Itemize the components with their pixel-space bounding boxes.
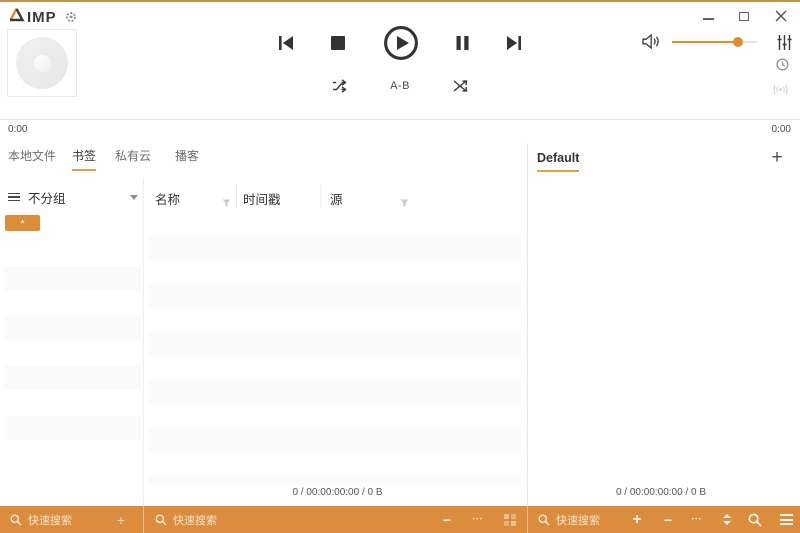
search-icon	[538, 514, 550, 525]
window-accent-border	[0, 0, 800, 2]
playlist-tab-default[interactable]: Default	[537, 151, 580, 172]
cd-hole	[33, 54, 51, 72]
clock-icon[interactable]	[776, 58, 789, 76]
maximize-button[interactable]	[736, 8, 752, 24]
repeat-icon[interactable]	[332, 79, 347, 93]
playback-mode-controls: A-B	[332, 78, 468, 94]
search-icon	[10, 514, 22, 525]
album-art	[7, 29, 77, 97]
aimp-window: IMP A-B 0:00 0:00 本地文件 书签 私有云 播客 不分组 * 名…	[0, 0, 800, 533]
total-time[interactable]: 0:00	[772, 124, 791, 135]
tab-podcasts[interactable]: 播客	[175, 147, 199, 171]
volume-slider[interactable]	[672, 37, 757, 47]
radio-broadcast-icon[interactable]	[772, 82, 789, 100]
placeholder-row	[148, 476, 521, 484]
search-placeholder: 快速搜索	[28, 514, 72, 527]
playlist-remove-button[interactable]: −	[658, 506, 678, 533]
app-logo[interactable]: IMP	[8, 7, 57, 27]
grouping-dropdown[interactable]: 不分组	[8, 186, 138, 208]
filter-icon[interactable]	[400, 194, 409, 212]
library-tabs: 本地文件 书签 私有云 播客	[8, 147, 199, 171]
view-grid-button[interactable]	[501, 506, 519, 533]
column-header-source[interactable]: 源	[330, 189, 343, 208]
volume-knob[interactable]	[733, 37, 744, 47]
group-add-button[interactable]: +	[110, 506, 132, 533]
placeholder-row	[4, 266, 141, 290]
bottom-bar-divider	[527, 506, 528, 533]
column-divider	[236, 183, 237, 209]
search-placeholder: 快速搜索	[556, 514, 600, 527]
speaker-icon[interactable]	[642, 33, 661, 54]
grid-icon	[504, 513, 516, 526]
library-search-field[interactable]: 快速搜索	[155, 506, 217, 533]
tab-private-cloud[interactable]: 私有云	[115, 147, 151, 171]
pause-button[interactable]	[456, 36, 469, 50]
table-row-list	[148, 236, 521, 484]
volume-fill	[672, 41, 739, 43]
previous-button[interactable]	[278, 36, 294, 50]
tab-bookmarks[interactable]: 书签	[72, 147, 97, 171]
playlist-menu-button[interactable]	[777, 506, 795, 533]
playlist-search-field[interactable]: 快速搜索	[538, 506, 600, 533]
stop-button[interactable]	[331, 36, 346, 50]
placeholder-row	[148, 284, 521, 308]
grouping-label: 不分组	[28, 191, 66, 206]
grouping-menu-icon	[8, 192, 20, 202]
bottom-bar: 快速搜索 + 快速搜索 − ••• 快速搜索 + − •••	[0, 506, 800, 533]
tab-local-files[interactable]: 本地文件	[8, 147, 56, 171]
bottom-bar-divider	[143, 506, 144, 533]
column-header-name[interactable]: 名称	[155, 189, 180, 208]
add-playlist-button[interactable]: +	[768, 146, 786, 170]
elapsed-time[interactable]: 0:00	[8, 124, 27, 135]
group-search-field[interactable]: 快速搜索	[10, 506, 72, 533]
library-remove-button[interactable]: −	[437, 506, 457, 533]
cd-disc-icon	[16, 37, 68, 89]
close-button[interactable]	[773, 8, 789, 24]
equalizer-icon[interactable]	[777, 35, 792, 55]
column-divider	[320, 183, 321, 209]
aimp-triangle-icon	[8, 7, 25, 27]
library-playlist-divider	[527, 143, 528, 506]
chevron-down-icon	[130, 194, 138, 200]
shuffle-icon[interactable]	[453, 79, 468, 93]
playlist-more-button[interactable]: •••	[687, 506, 707, 533]
group-star-button[interactable]: *	[5, 215, 40, 231]
placeholder-row	[148, 236, 521, 260]
minimize-icon	[702, 18, 714, 20]
hamburger-menu-icon	[779, 514, 793, 525]
placeholder-row	[4, 416, 141, 440]
playlist-find-button[interactable]	[746, 506, 764, 533]
seek-bar[interactable]	[0, 119, 800, 120]
search-icon	[155, 514, 167, 525]
sort-icon	[723, 514, 731, 525]
placeholder-row	[148, 428, 521, 452]
minimize-button[interactable]	[700, 8, 716, 24]
group-row-list	[4, 266, 141, 466]
library-status: 0 / 00:00:00:00 / 0 B	[292, 487, 383, 498]
placeholder-row	[148, 332, 521, 356]
column-header-timestamp[interactable]: 时间戳	[243, 189, 281, 208]
close-icon	[775, 10, 787, 22]
playlist-status: 0 / 00:00:00:00 / 0 B	[615, 487, 707, 498]
group-table-divider	[143, 178, 144, 505]
sort-button[interactable]	[718, 506, 736, 533]
transport-controls	[278, 24, 522, 62]
next-button[interactable]	[506, 36, 522, 50]
ab-repeat-button[interactable]: A-B	[390, 80, 410, 92]
placeholder-row	[4, 366, 141, 390]
placeholder-row	[4, 316, 141, 340]
search-placeholder: 快速搜索	[173, 514, 217, 527]
library-more-button[interactable]: •••	[468, 506, 488, 533]
maximize-icon	[739, 11, 749, 21]
filter-icon[interactable]	[222, 194, 231, 212]
play-button[interactable]	[383, 25, 419, 61]
app-logo-text: IMP	[27, 8, 57, 26]
placeholder-row	[148, 380, 521, 404]
search-icon	[748, 513, 762, 527]
gear-icon[interactable]	[65, 10, 77, 28]
playlist-add-button[interactable]: +	[627, 506, 647, 533]
